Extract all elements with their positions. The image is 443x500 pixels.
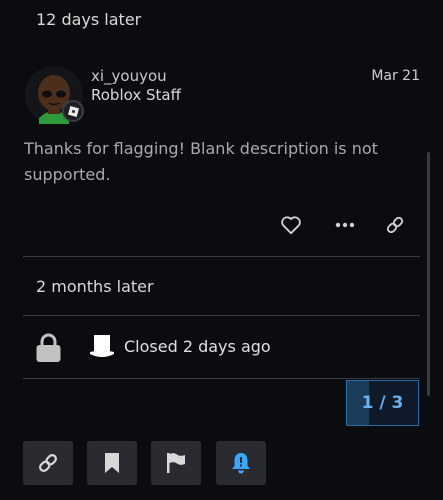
divider [23,315,420,316]
time-gap-label: 2 months later [36,277,154,296]
lock-icon [36,333,61,366]
post-user-title: Roblox Staff [91,86,181,104]
post-body: Thanks for flagging! Blank description i… [24,139,378,184]
flag-button[interactable] [151,441,201,485]
like-button[interactable] [278,212,304,238]
bookmark-button[interactable] [87,441,137,485]
flag-icon [167,453,185,473]
progress-label: 1 / 3 [361,393,404,413]
more-actions-button[interactable] [332,212,358,238]
timeline-scrollbar[interactable] [427,152,430,396]
divider [23,256,420,257]
share-button[interactable] [23,441,73,485]
link-icon [39,454,57,472]
post-date[interactable]: Mar 21 [371,68,420,84]
topic-progress-indicator[interactable]: 1 / 3 [346,380,419,426]
closed-notice-text: Closed 2 days ago [124,337,271,356]
bookmark-icon [105,453,119,473]
more-icon [335,222,355,228]
roblox-staff-badge-icon [62,100,84,122]
share-link-button[interactable] [382,212,408,238]
top-hat-avatar-icon[interactable] [89,334,115,364]
heart-icon [281,216,301,235]
divider [23,378,420,379]
bell-alert-icon [232,453,250,474]
link-icon [386,216,404,234]
time-gap-label: 12 days later [36,10,142,29]
notification-button[interactable] [216,441,266,485]
post-username[interactable]: xi_youyou [91,67,167,85]
